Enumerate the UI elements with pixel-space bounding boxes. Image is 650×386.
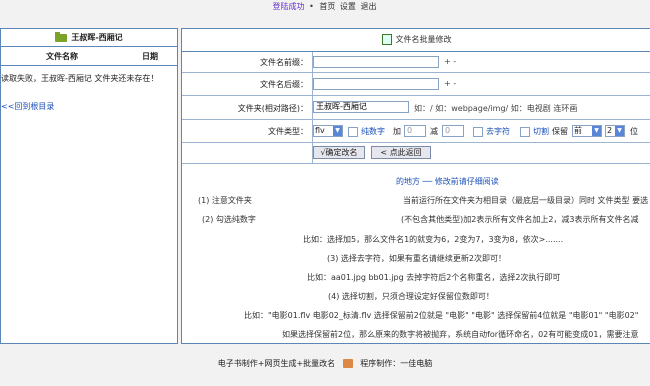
instruction-example-1: 比如：选择加5，那么文件名1的就变为6，2变为7，3变为8，依次>....... <box>303 235 564 244</box>
suffix-row: 文件名后缀： + - <box>182 73 650 96</box>
file-type-row: 文件类型： flv ▼ 纯数字 加 0 减 0 去字符 切割 保留 前 ▼ 2 … <box>182 120 650 143</box>
column-header-date: 日期 <box>123 47 177 66</box>
footer-author-text: 程序制作：一佳电脑 <box>360 359 433 368</box>
folder-hint: 如：/ 如：webpage/img/ 如：电视剧 连环画 <box>414 104 578 113</box>
error-message: 读取失败，王叔晖-西厢记 文件夹还未存在！ <box>1 74 159 83</box>
top-nav: 登陆成功 • 首页 设置 退出 <box>0 0 650 14</box>
prefix-input[interactable] <box>313 56 439 68</box>
prefix-hint: + - <box>444 57 457 66</box>
cut-checkbox[interactable] <box>520 127 530 137</box>
pure-number-label: 纯数字 <box>361 127 385 136</box>
folder-label: 文件夹(相对路径)： <box>237 104 308 113</box>
file-type-label: 文件类型： <box>268 127 308 136</box>
file-type-select[interactable]: flv ▼ <box>313 125 343 137</box>
folder-input[interactable]: 王叔晖-西厢记 <box>313 101 409 113</box>
rename-title: 文件名批量修改 <box>395 35 452 44</box>
instruction-example-2: 比如：aa01.jpg bb01.jpg 去掉字符后2个名称重名，选择2次执行即… <box>307 273 561 282</box>
folder-title: 王叔晖-西厢记 <box>71 33 123 42</box>
prefix-row: 文件名前缀： + - <box>182 52 650 73</box>
instruction-1: (1) 注意文件夹 <box>198 196 252 205</box>
footer: 电子书制作+网页生成+批量改名 程序制作：一佳电脑 <box>0 357 650 371</box>
pure-number-checkbox[interactable] <box>348 127 358 137</box>
cut-label: 切割 <box>533 127 549 136</box>
instruction-2-detail: (不包含其他类型)加2表示所有文件名加上2，减3表示所有文件名减 <box>401 215 639 224</box>
file-type-value: flv <box>315 126 325 135</box>
instruction-3: (3) 选择去字符，如果有重名请继续更新2次即可！ <box>327 254 506 263</box>
keep-count-value: 2 <box>607 126 613 135</box>
edit-document-icon <box>381 34 392 45</box>
login-status: 登陆成功 <box>272 2 305 11</box>
instruction-example-3: 比如："电影01.flv 电影02_标清.flv 选择保留前2位就是 "电影" … <box>244 311 639 320</box>
suffix-input[interactable] <box>313 78 439 90</box>
subtract-label: 减 <box>430 127 438 136</box>
chevron-down-icon: ▼ <box>615 126 624 136</box>
folder-icon <box>55 31 68 42</box>
suffix-label: 文件名后缀： <box>260 80 308 89</box>
chevron-down-icon: ▼ <box>592 126 601 136</box>
prefix-label: 文件名前缀： <box>260 58 308 67</box>
instruction-1-detail: 当前运行所在文件夹为相目录（最底层一级目录）同时 文件类型 要选 <box>403 196 649 205</box>
footer-product-text: 电子书制作+网页生成+批量改名 <box>217 359 336 368</box>
file-table: 文件名称 日期 <box>1 47 177 66</box>
remove-chars-checkbox[interactable] <box>473 127 483 137</box>
instructions-heading: 的地方 ── 修改前请仔细阅读 <box>396 177 499 186</box>
back-button[interactable]: < 点此返回 <box>371 146 431 159</box>
suffix-hint: + - <box>444 79 457 88</box>
chevron-down-icon: ▼ <box>333 126 342 136</box>
keep-label: 保留 <box>552 127 568 136</box>
instruction-note: 如果选择保留前2位，那么原来的数字将被抛弃，系统自动for循环命名，02有可能变… <box>282 330 639 339</box>
button-row: √确定改名 < 点此返回 <box>182 143 650 164</box>
program-icon <box>342 359 353 368</box>
nav-logout-link[interactable]: 退出 <box>360 2 376 11</box>
subtract-input[interactable]: 0 <box>442 125 464 137</box>
remove-chars-label: 去字符 <box>486 127 510 136</box>
file-list-panel: 王叔晖-西厢记 文件名称 日期 读取失败，王叔晖-西厢记 文件夹还未存在！ <<… <box>0 28 178 344</box>
add-input[interactable]: 0 <box>404 125 426 137</box>
bits-label: 位 <box>630 127 638 136</box>
keep-count-select[interactable]: 2 ▼ <box>605 125 625 137</box>
instruction-2: (2) 勾选纯数字 <box>202 215 256 224</box>
rename-title-bar: 文件名批量修改 <box>182 29 650 52</box>
instruction-4: (4) 选择切割，只须合理设定好保留位数即可！ <box>328 292 494 301</box>
back-to-root-link[interactable]: <<回到根目录 <box>1 101 54 112</box>
keep-position-select[interactable]: 前 ▼ <box>572 125 602 137</box>
keep-position-value: 前 <box>574 126 582 135</box>
rename-panel: 文件名批量修改 文件名前缀： + - 文件名后缀： + - 文件夹(相对路径)：… <box>181 28 650 344</box>
nav-home-link[interactable]: 首页 <box>319 2 335 11</box>
folder-row: 文件夹(相对路径)： 王叔晖-西厢记 如：/ 如：webpage/img/ 如：… <box>182 96 650 120</box>
confirm-rename-button[interactable]: √确定改名 <box>313 146 365 159</box>
nav-separator: • <box>309 2 314 11</box>
nav-settings-link[interactable]: 设置 <box>340 2 356 11</box>
column-header-name: 文件名称 <box>1 47 123 66</box>
add-label: 加 <box>393 127 401 136</box>
folder-header: 王叔晖-西厢记 <box>1 29 177 47</box>
